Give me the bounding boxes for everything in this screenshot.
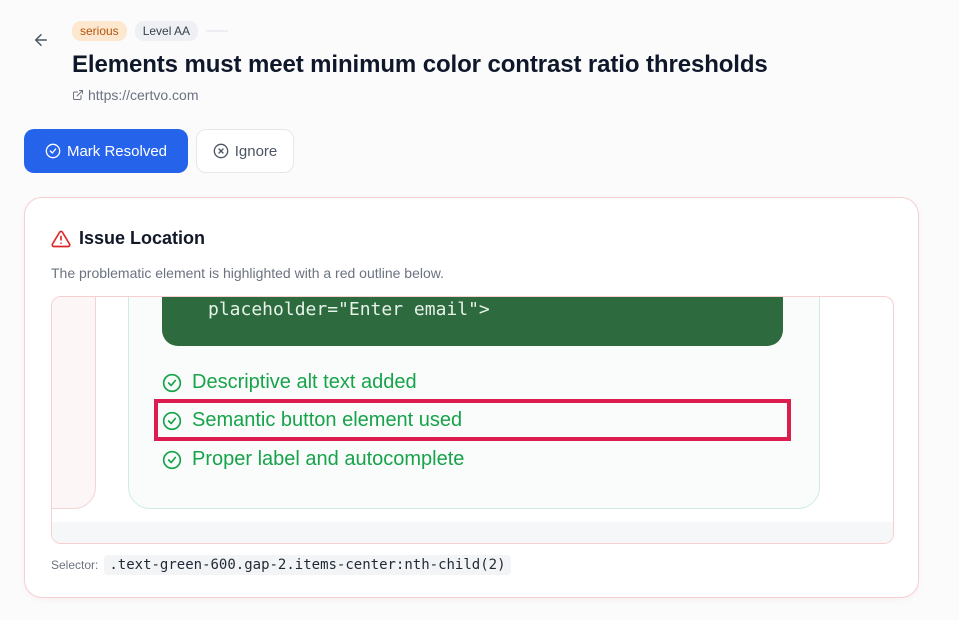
issue-location-header: Issue Location [51,228,205,249]
check-circle-icon [162,450,182,469]
severity-badge: serious [72,21,127,41]
selector-label: Selector: [51,558,99,572]
selector-row: Selector: .text-green-600.gap-2.items-ce… [51,555,511,575]
page-url-link[interactable]: https://certvo.com [72,87,198,103]
x-circle-icon [213,143,229,159]
preview-item-text: Descriptive alt text added [192,371,417,393]
warning-triangle-icon [51,230,71,247]
badge-row: serious Level AA [72,21,229,41]
ignore-button[interactable]: Ignore [196,129,294,173]
external-link-icon [73,90,83,100]
selector-value: .text-green-600.gap-2.items-center:nth-c… [104,555,511,575]
page-url-text: https://certvo.com [88,87,199,103]
preview-item-text: Proper label and autocomplete [192,448,465,470]
arrow-left-icon [35,34,47,46]
mark-resolved-button[interactable]: Mark Resolved [24,129,188,173]
highlight-outline [154,399,791,441]
back-button[interactable] [29,28,53,52]
issue-location-card: Issue Location The problematic element i… [24,197,919,598]
issue-location-description: The problematic element is highlighted w… [51,265,445,281]
check-circle-icon [45,143,61,159]
page-title: Elements must meet minimum color contras… [72,51,768,78]
issue-location-title: Issue Location [79,228,206,248]
check-circle-icon [162,373,182,392]
preview-code-line: placeholder="Enter email"> [208,299,490,320]
preview-list-item: Descriptive alt text added [162,371,417,394]
preview-bottom-strip [52,522,893,543]
element-screenshot-preview: placeholder="Enter email"> Descriptive a… [51,296,894,544]
mark-resolved-label: Mark Resolved [66,142,168,160]
preview-list-item: Proper label and autocomplete [162,448,464,471]
preview-left-card [52,297,96,509]
level-badge: Level AA [134,21,199,41]
ignore-label: Ignore [234,142,278,160]
badge-placeholder [206,30,229,32]
